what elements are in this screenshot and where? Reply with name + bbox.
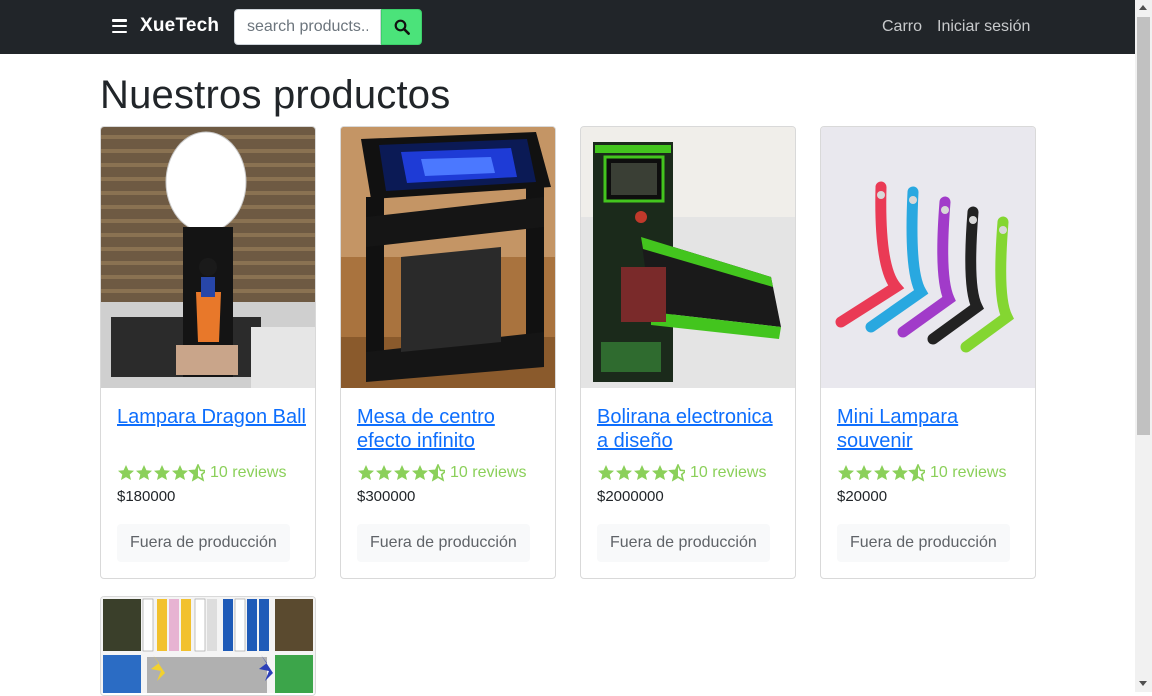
product-rating: 10 reviews [597, 462, 766, 484]
product-card: Bolirana electronica a diseño 10 reviews… [580, 126, 796, 579]
out-of-production-button[interactable]: Fuera de producción [837, 524, 1010, 562]
out-of-production-button[interactable]: Fuera de producción [597, 524, 770, 562]
product-card: Mesa de centro efecto infinito 10 review… [340, 126, 556, 579]
product-card: Mini Lampara souvenir 10 reviews $20000 … [820, 126, 1036, 579]
product-price: $180000 [117, 488, 176, 505]
login-link[interactable]: Iniciar sesión [937, 18, 1030, 36]
page-title: Nuestros productos [100, 73, 451, 117]
product-title-link[interactable]: Lampara Dragon Ball [117, 405, 307, 429]
cart-link[interactable]: Carro [882, 18, 922, 36]
product-rating: 10 reviews [357, 462, 526, 484]
search-input[interactable] [234, 9, 381, 45]
brand-logo[interactable]: XueTech [140, 15, 219, 37]
product-price: $300000 [357, 488, 416, 505]
navbar: XueTech Carro Iniciar sesión [0, 0, 1135, 54]
review-count[interactable]: 10 reviews [210, 464, 286, 482]
mini-lamps-image[interactable] [821, 127, 1035, 388]
product-rating: 10 reviews [837, 462, 1006, 484]
scroll-down-arrow-icon[interactable] [1139, 681, 1147, 686]
review-count[interactable]: 10 reviews [450, 464, 526, 482]
scrollbar-thumb[interactable] [1137, 17, 1150, 435]
product-title-link[interactable]: Mini Lampara souvenir [837, 405, 1027, 453]
star-rating-icon [358, 464, 445, 482]
hamburger-menu-icon[interactable] [112, 19, 127, 34]
review-count[interactable]: 10 reviews [930, 464, 1006, 482]
product-price: $2000000 [597, 488, 664, 505]
infinity-table-image[interactable] [341, 127, 555, 388]
product-title-link[interactable]: Bolirana electronica a diseño [597, 405, 787, 453]
scroll-up-arrow-icon[interactable] [1139, 5, 1147, 10]
out-of-production-button[interactable]: Fuera de producción [357, 524, 530, 562]
star-rating-icon [838, 464, 925, 482]
product-card: Lampara Dragon Ball 10 reviews $180000 F… [100, 126, 316, 579]
dragon-ball-lamp-image[interactable] [101, 127, 315, 388]
search-button[interactable] [381, 9, 422, 45]
search-icon [394, 19, 410, 35]
product-rating: 10 reviews [117, 462, 286, 484]
star-rating-icon [598, 464, 685, 482]
ticket-collage-image[interactable] [101, 597, 315, 693]
star-rating-icon [118, 464, 205, 482]
product-title-link[interactable]: Mesa de centro efecto infinito [357, 405, 547, 453]
out-of-production-button[interactable]: Fuera de producción [117, 524, 290, 562]
product-price: $20000 [837, 488, 888, 505]
bolirana-machine-image[interactable] [581, 127, 795, 388]
page-scrollbar[interactable] [1135, 0, 1152, 692]
review-count[interactable]: 10 reviews [690, 464, 766, 482]
product-card [100, 596, 316, 696]
